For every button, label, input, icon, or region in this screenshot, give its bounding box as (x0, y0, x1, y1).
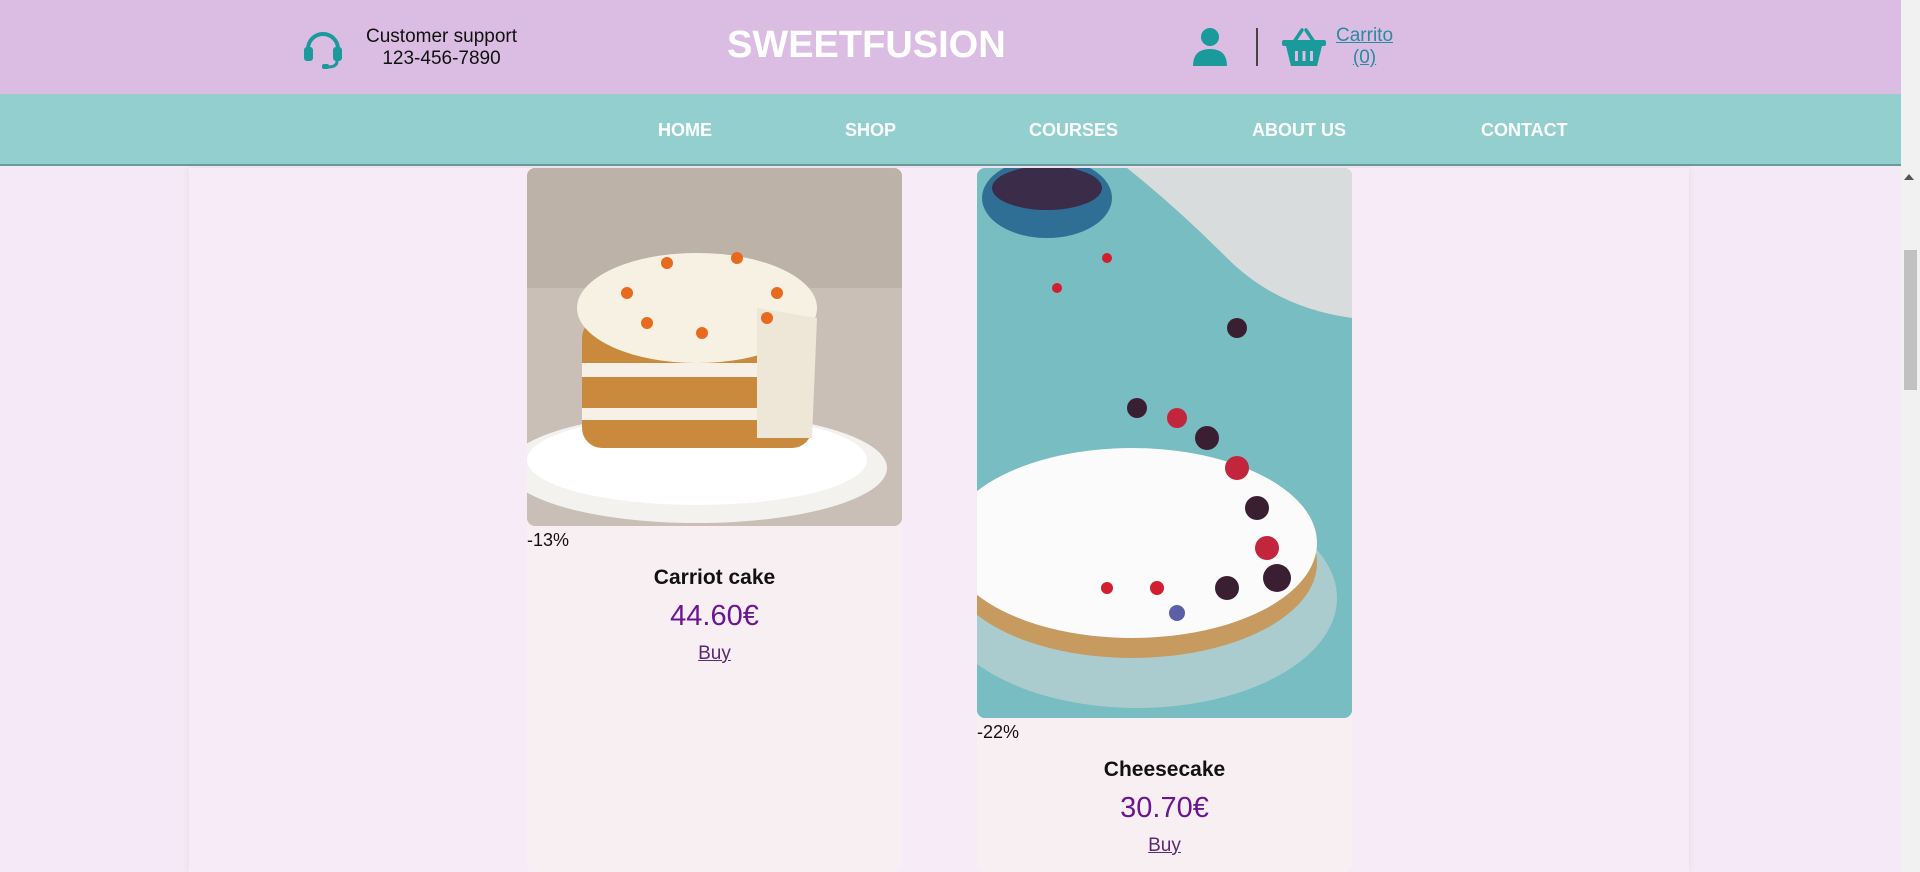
nav-shop[interactable]: SHOP (845, 120, 896, 141)
product-name: Carriot cake (653, 566, 776, 589)
scrollbar-thumb[interactable] (1904, 250, 1917, 390)
cart-link[interactable]: Carrito (0) (1336, 25, 1393, 69)
product-price: 30.70€ (1120, 792, 1209, 824)
support-label: Customer support (366, 26, 518, 47)
discount-badge: -13% (527, 530, 570, 550)
product-grid-panel (189, 168, 1689, 872)
nav-contact[interactable]: CONTACT (1481, 120, 1568, 141)
brand-logo[interactable]: SWEETFUSION (727, 24, 1006, 67)
product-price: 44.60€ (670, 600, 759, 632)
scroll-up-arrow-icon[interactable] (1904, 174, 1914, 180)
headset-icon (304, 32, 342, 69)
buy-button[interactable]: Buy (977, 835, 1352, 857)
nav-home[interactable]: HOME (658, 120, 712, 141)
basket-icon[interactable] (1280, 26, 1328, 68)
product-image-cheesecake[interactable] (977, 168, 1352, 718)
header-divider (1256, 28, 1258, 66)
buy-button[interactable]: Buy (527, 643, 902, 665)
customer-support: Customer support 123-456-7890 (300, 25, 517, 71)
nav-about-us[interactable]: ABOUT US (1252, 120, 1346, 141)
product-card: -13% Carriot cake 44.60€ Buy (527, 168, 902, 872)
top-header: Customer support 123-456-7890 SWEETFUSIO… (0, 0, 1901, 94)
cart-label: Carrito (1336, 25, 1394, 46)
nav-courses[interactable]: COURSES (1029, 120, 1118, 141)
discount-badge: -22% (977, 722, 1020, 742)
main-nav: HOME SHOP COURSES ABOUT US CONTACT (0, 94, 1901, 166)
user-icon[interactable] (1190, 26, 1230, 68)
page-scrollbar[interactable] (1901, 0, 1920, 872)
product-card: -22% Cheesecake 30.70€ Buy (977, 168, 1352, 872)
product-image-carrot-cake[interactable] (527, 168, 902, 526)
support-phone: 123-456-7890 (382, 48, 501, 69)
cart-count: (0) (1352, 47, 1377, 68)
product-name: Cheesecake (1103, 758, 1226, 781)
